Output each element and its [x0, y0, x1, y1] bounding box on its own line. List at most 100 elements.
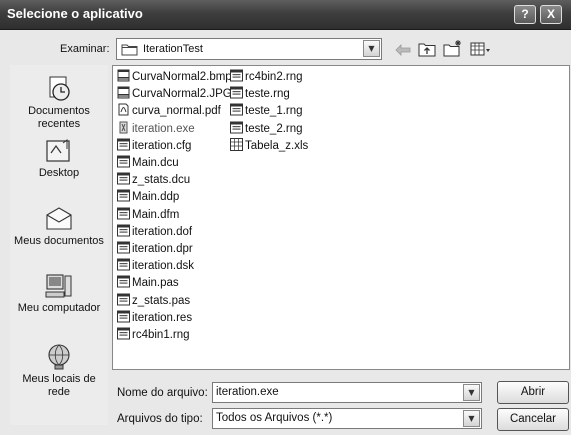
filename-label: Nome do arquivo: [117, 387, 208, 399]
file-item[interactable]: rc4bin1.rng [117, 327, 190, 343]
lookin-label: Examinar: [60, 43, 110, 55]
bmp-file-icon [117, 69, 132, 83]
filename-dropdown-button[interactable]: ▼ [463, 384, 480, 401]
generic-file-icon [117, 138, 132, 152]
file-name: teste.rng [245, 88, 290, 101]
file-item[interactable]: iteration.exe [117, 121, 195, 137]
file-name: iteration.dof [132, 225, 193, 238]
generic-file-icon [230, 86, 245, 100]
network-places-icon [48, 344, 70, 370]
file-name: z_stats.dcu [132, 174, 191, 187]
file-name: CurvaNormal2.bmp [132, 71, 232, 83]
generic-file-icon [117, 155, 132, 169]
open-button[interactable]: Abrir [497, 381, 569, 404]
file-item[interactable]: iteration.dpr [117, 241, 193, 257]
file-item[interactable]: teste_1.rng [230, 103, 303, 119]
close-button[interactable]: X [540, 5, 562, 24]
view-menu-icon[interactable] [470, 41, 492, 57]
place-network[interactable]: Meus locais de rede [10, 343, 108, 399]
generic-file-icon [117, 258, 132, 272]
file-name: Tabela_z.xls [245, 139, 309, 152]
file-name: iteration.dpr [132, 243, 193, 255]
file-item[interactable]: z_stats.dcu [117, 172, 190, 188]
lookin-combo[interactable]: IterationTest [116, 38, 382, 60]
generic-file-icon [230, 121, 245, 135]
file-item[interactable]: iteration.res [117, 310, 192, 326]
file-name: iteration.res [132, 311, 193, 324]
file-name: teste_2.rng [245, 122, 303, 135]
file-item[interactable]: iteration.dsk [117, 258, 194, 274]
generic-file-icon [117, 189, 132, 203]
recent-documents-icon [49, 76, 70, 101]
place-label-recent: Documentos recentes [28, 105, 90, 130]
file-list[interactable]: CurvaNormal2.bmp CurvaNormal2.JPG curva_no… [112, 65, 570, 370]
place-label-network: Meus locais de rede [22, 373, 96, 398]
filetype-dropdown-button[interactable]: ▼ [463, 410, 480, 427]
file-item[interactable]: curva_normal.pdf [117, 103, 221, 119]
file-item[interactable]: Main.dfm [117, 207, 179, 223]
filetype-label: Arquivos do tipo: [117, 413, 203, 425]
help-button[interactable]: ? [514, 5, 536, 24]
place-label-desktop: Desktop [38, 167, 80, 179]
new-folder-icon[interactable] [443, 39, 463, 57]
pdf-file-icon [117, 103, 132, 117]
cancel-button[interactable]: Cancelar [497, 408, 569, 431]
file-item[interactable]: CurvaNormal2.bmp [117, 69, 232, 85]
file-item[interactable]: Main.ddp [117, 189, 179, 205]
my-computer-icon [45, 274, 72, 298]
file-item[interactable]: CurvaNormal2.JPG [117, 86, 232, 102]
place-label-my-computer: Meu computador [17, 302, 101, 314]
place-label-my-documents: Meus documentos [14, 235, 104, 247]
generic-file-icon [230, 69, 245, 83]
places-bar: Documentos recentes Desktop Meus documen… [10, 65, 108, 425]
desktop-icon [46, 139, 70, 162]
generic-file-icon [117, 172, 132, 186]
file-item[interactable]: Main.dcu [117, 155, 179, 171]
lookin-dropdown-button[interactable]: ▼ [363, 40, 380, 57]
file-name: Main.pas [132, 277, 179, 290]
file-name: z_stats.pas [132, 294, 191, 307]
file-name: Main.dcu [132, 157, 179, 169]
place-recent-documents[interactable]: Documentos recentes [10, 75, 108, 131]
file-name: CurvaNormal2.JPG [132, 88, 232, 101]
file-item[interactable]: rc4bin2.rng [230, 69, 303, 85]
filetype-select[interactable]: Todos os Arquivos (*.*) [212, 408, 482, 429]
generic-file-icon [117, 241, 132, 255]
generic-file-icon [230, 103, 245, 117]
file-name: Main.dfm [132, 208, 180, 221]
window-title: Selecione o aplicativo [7, 6, 143, 21]
file-item[interactable]: teste_2.rng [230, 121, 303, 137]
file-name: rc4bin2.rng [245, 71, 303, 83]
file-name: iteration.cfg [132, 139, 192, 152]
place-desktop[interactable]: Desktop [10, 137, 108, 180]
file-item[interactable]: teste.rng [230, 86, 290, 102]
my-documents-icon [46, 207, 72, 230]
folder-icon [121, 44, 138, 56]
file-name: iteration.dsk [132, 260, 195, 273]
file-name: teste_1.rng [245, 105, 303, 118]
place-my-documents[interactable]: Meus documentos [10, 205, 108, 248]
generic-file-icon [117, 275, 132, 289]
file-name: iteration.exe [132, 122, 195, 135]
file-item[interactable]: iteration.dof [117, 224, 192, 240]
up-folder-icon[interactable] [418, 41, 436, 57]
generic-file-icon [117, 224, 132, 238]
back-arrow-icon[interactable] [395, 44, 411, 56]
exe-file-icon [117, 121, 132, 135]
generic-file-icon [117, 293, 132, 307]
generic-file-icon [117, 207, 132, 221]
file-name: rc4bin1.rng [132, 329, 190, 341]
place-my-computer[interactable]: Meu computador [10, 272, 108, 315]
generic-file-icon [117, 310, 132, 324]
file-name: curva_normal.pdf [132, 105, 221, 118]
filename-input[interactable]: iteration.exe [212, 382, 482, 403]
generic-file-icon [117, 327, 132, 341]
title-bar: Selecione o aplicativo ? X [0, 0, 571, 30]
file-item[interactable]: Main.pas [117, 275, 179, 291]
file-item[interactable]: z_stats.pas [117, 293, 190, 309]
file-item[interactable]: iteration.cfg [117, 138, 191, 154]
file-name: Main.ddp [132, 191, 180, 204]
xls-file-icon [230, 137, 245, 152]
lookin-value: IterationTest [143, 43, 203, 55]
file-item[interactable]: Tabela_z.xls [230, 137, 309, 154]
